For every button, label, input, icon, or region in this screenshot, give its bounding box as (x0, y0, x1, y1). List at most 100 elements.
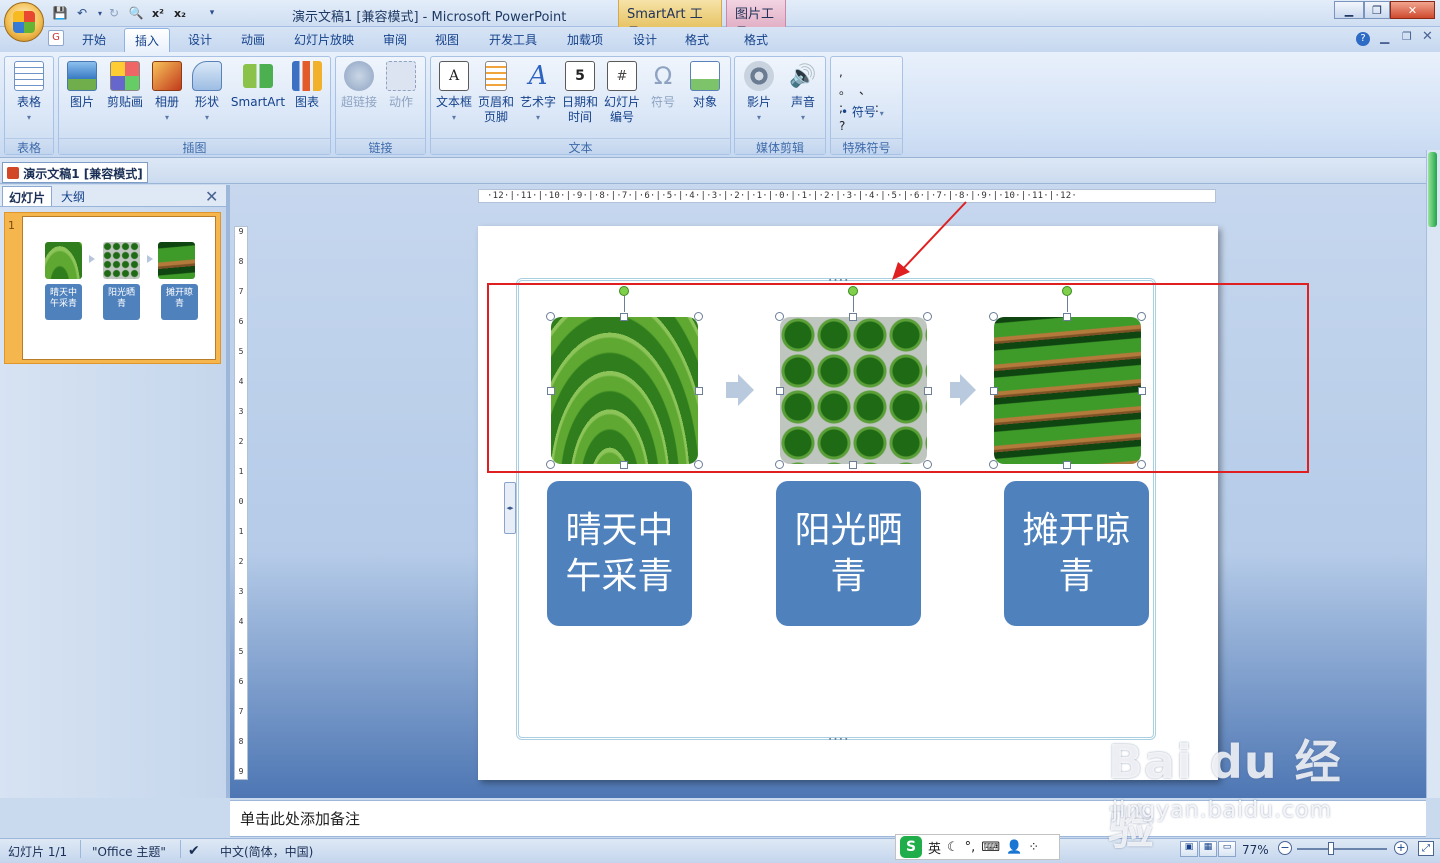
shapes-icon (192, 61, 222, 91)
datetime-button[interactable]: 5 日期和 时间 (559, 61, 601, 125)
group-symbols-label: 特殊符号 (831, 138, 902, 155)
zoom-in-icon[interactable]: + (1394, 841, 1408, 855)
ime-mode-label[interactable]: 英 (928, 838, 941, 857)
slide-number-button[interactable]: # 幻灯片 编号 (601, 61, 643, 125)
document-tab[interactable]: 演示文稿1 [兼容模式] (2, 162, 148, 183)
redo-icon[interactable]: ↻ (106, 5, 122, 21)
dropdown-arrow-icon: ▾ (164, 113, 169, 122)
save-icon[interactable]: 💾 (52, 5, 68, 21)
notes-pane[interactable] (230, 800, 1426, 837)
tab-slideshow[interactable]: 幻灯片放映 (284, 28, 364, 52)
chart-button[interactable]: 图表 (289, 61, 325, 110)
tab-picture-format[interactable]: 格式 (733, 28, 779, 52)
zoom-level[interactable]: 77% (1242, 843, 1269, 857)
punctuation-grid[interactable]: , 。、; : ? (839, 63, 902, 135)
step-box-2[interactable]: 阳光晒青 (776, 481, 921, 626)
symbol-dropdown[interactable]: • 符号 ▾ (841, 103, 884, 120)
toolbox-icon[interactable]: ⁘ (1028, 840, 1039, 855)
zoom-out-icon[interactable]: − (1278, 841, 1292, 855)
language-indicator[interactable]: 中文(简体，中国) (220, 843, 313, 860)
step-box-3[interactable]: 摊开晾青 (1004, 481, 1149, 626)
thumb-arrow-icon (147, 255, 153, 263)
step-box-3-line2: 青 (1058, 555, 1095, 597)
tab-insert[interactable]: 插入 (124, 28, 170, 54)
clipart-button[interactable]: 剪贴画 (103, 61, 147, 110)
tab-outline[interactable]: 大纲 (55, 186, 91, 206)
object-icon (690, 61, 720, 91)
shapes-button[interactable]: 形状 ▾ (189, 61, 225, 125)
office-button[interactable] (4, 2, 44, 42)
window-title: 演示文稿1 [兼容模式] - Microsoft PowerPoint (292, 10, 567, 25)
smartart-text-pane-toggle[interactable]: ◂▸ (504, 482, 516, 534)
symbol-button[interactable]: Ω 符号 (643, 61, 683, 110)
ribbon-minimize-icon[interactable]: ▁ (1380, 30, 1389, 44)
vertical-ruler-tick-label: 3 (238, 587, 244, 596)
tab-smartart-format[interactable]: 格式 (674, 28, 720, 52)
frame-bottom-handle[interactable]: ∙∙∙∙ (828, 735, 850, 743)
tab-review[interactable]: 审阅 (372, 28, 418, 52)
dropdown-arrow-icon: ▾ (756, 113, 761, 122)
step-box-1[interactable]: 晴天中 午采青 (547, 481, 692, 626)
tab-addins[interactable]: 加载项 (556, 28, 614, 52)
group-tables-label: 表格 (5, 138, 53, 155)
ime-toolbar: S 英 ☾ °, ⌨ 👤 ⁘ (895, 834, 1060, 860)
pane-close-icon[interactable]: ✕ (205, 187, 218, 206)
moon-icon[interactable]: ☾ (947, 840, 959, 855)
wordart-button[interactable]: A 艺术字 ▾ (517, 61, 559, 125)
tab-design[interactable]: 设计 (176, 28, 224, 52)
vertical-scrollbar[interactable] (1426, 150, 1440, 798)
horizontal-ruler[interactable]: ·12·|·11·|·10·|·9·|·8·|·7·|·6·|·5·|·4·|·… (478, 189, 1216, 203)
office-help-icon[interactable]: G (48, 30, 64, 46)
spellcheck-icon[interactable]: ✔ (188, 843, 200, 859)
scrollbar-thumb[interactable] (1428, 152, 1437, 227)
keyboard-icon[interactable]: ⌨ (981, 840, 1000, 855)
hyperlink-globe-icon (344, 61, 374, 91)
sound-button[interactable]: 🔊 声音 ▾ (781, 61, 825, 125)
thumb-box-2: 阳光晒青 (103, 284, 140, 320)
help-icon[interactable]: ? (1356, 32, 1370, 46)
tab-developer[interactable]: 开发工具 (478, 28, 548, 52)
picture-button[interactable]: 图片 (63, 61, 101, 110)
smartart-button[interactable]: SmartArt (229, 61, 287, 110)
restore-button[interactable]: ❐ (1364, 1, 1390, 19)
punctuation-mode-icon[interactable]: °, (965, 840, 976, 855)
vertical-ruler-labels: 9 8 7 6 5 4 3 2 1 0 1 2 3 4 5 6 7 8 9 (236, 227, 246, 776)
action-button[interactable]: 动作 (382, 61, 420, 110)
customize-qat-icon[interactable]: ▾ (204, 5, 220, 21)
slide-sorter-button[interactable]: ▦ (1199, 841, 1217, 857)
hyperlink-button[interactable]: 超链接 (338, 61, 380, 110)
header-footer-button[interactable]: 页眉和 页脚 (475, 61, 517, 125)
undo-icon[interactable]: ↶ (74, 5, 90, 21)
album-button[interactable]: 相册 ▾ (149, 61, 185, 125)
ribbon-restore-icon[interactable]: ❐ (1402, 30, 1412, 43)
zoom-slider-thumb[interactable] (1328, 842, 1334, 855)
tab-slides[interactable]: 幻灯片 (2, 186, 53, 206)
superscript-icon[interactable]: x² (150, 5, 166, 21)
normal-view-button[interactable]: ▣ (1180, 841, 1198, 857)
movie-button[interactable]: 影片 ▾ (737, 61, 781, 125)
slideshow-view-button[interactable]: ▭ (1218, 841, 1236, 857)
close-button[interactable]: ✕ (1390, 1, 1435, 19)
print-preview-icon[interactable]: 🔍 (128, 5, 144, 21)
slide-counter: 幻灯片 1/1 (8, 845, 68, 859)
tab-smartart-design[interactable]: 设计 (622, 28, 668, 52)
subscript-icon[interactable]: x₂ (172, 5, 188, 21)
object-button[interactable]: 对象 (685, 61, 725, 110)
bullet-icon: • (841, 105, 849, 119)
document-tab-label: 演示文稿1 [兼容模式] (23, 167, 143, 181)
fit-to-window-icon[interactable]: ⤢ (1418, 841, 1434, 856)
textbox-button[interactable]: A 文本框 ▾ (433, 61, 475, 125)
vertical-ruler-tick-label: 5 (238, 647, 244, 656)
sogou-ime-icon[interactable]: S (900, 836, 922, 858)
tab-view[interactable]: 视图 (424, 28, 470, 52)
tab-home[interactable]: 开始 (70, 28, 118, 52)
step-box-1-line1: 晴天中 (565, 509, 674, 551)
tab-animations[interactable]: 动画 (230, 28, 276, 52)
table-button[interactable]: 表格 ▾ (9, 61, 49, 125)
user-icon[interactable]: 👤 (1006, 840, 1022, 855)
office-logo-icon (13, 11, 35, 33)
minimize-button[interactable]: ▁ (1334, 1, 1364, 19)
doc-close-icon[interactable]: ✕ (1422, 29, 1433, 44)
picture-icon (67, 61, 97, 91)
zoom-slider-track[interactable] (1297, 848, 1387, 850)
